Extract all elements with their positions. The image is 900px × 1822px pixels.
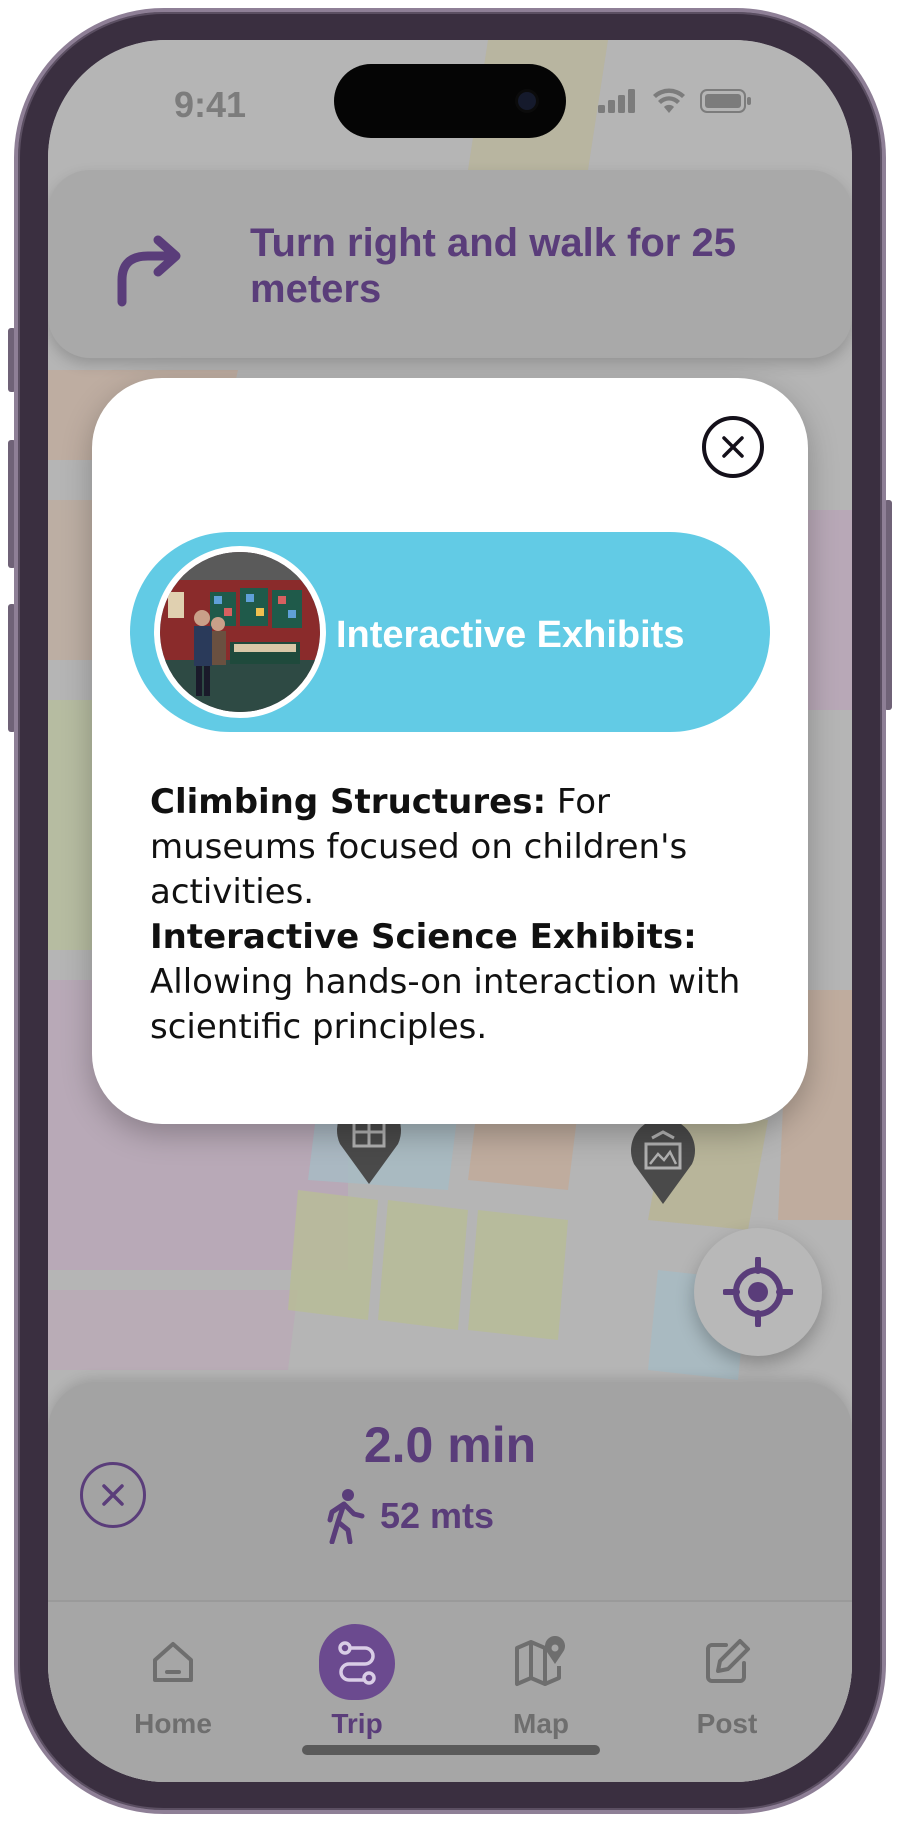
- exhibit-photo: [154, 546, 326, 718]
- close-icon: [722, 436, 744, 458]
- status-icons: [598, 88, 752, 114]
- edit-icon: [706, 1639, 750, 1683]
- exhibit-description: Climbing Structures: For museums focused…: [150, 780, 770, 1050]
- section-heading: Interactive Science Exhibits:: [150, 917, 697, 957]
- tab-post-label: Post: [696, 1708, 758, 1739]
- cellular-signal-icon: [598, 89, 635, 113]
- close-popup-button[interactable]: [702, 416, 764, 478]
- map-pin-icon: [515, 1636, 565, 1686]
- route-icon: [338, 1641, 376, 1685]
- status-time: 9:41: [174, 84, 247, 125]
- navigation-instruction: Turn right and walk for 25 meters: [250, 221, 736, 311]
- tab-trip[interactable]: Trip: [282, 1624, 432, 1739]
- battery-icon: [700, 89, 751, 113]
- trip-distance: 52 mts: [380, 1495, 495, 1536]
- crosshair-icon: [723, 1257, 793, 1327]
- close-icon: [102, 1484, 124, 1506]
- description-section: Climbing Structures: For museums focused…: [150, 780, 770, 915]
- gallery-pin-icon[interactable]: [628, 1120, 698, 1206]
- recenter-location-button[interactable]: [694, 1228, 822, 1356]
- home-icon: [153, 1642, 193, 1682]
- description-section: Interactive Science Exhibits: Allowing h…: [150, 915, 770, 1050]
- front-camera: [518, 92, 536, 110]
- category-title: Interactive Exhibits: [336, 614, 685, 656]
- category-header: Interactive Exhibits: [130, 532, 770, 732]
- dynamic-island: [334, 64, 566, 138]
- home-indicator: [302, 1745, 600, 1755]
- tab-trip-label: Trip: [331, 1708, 383, 1739]
- walking-icon: [327, 1489, 365, 1544]
- trip-duration: 2.0 min: [363, 1417, 537, 1473]
- tab-post[interactable]: Post: [652, 1624, 802, 1739]
- section-heading: Climbing Structures:: [150, 782, 547, 822]
- status-bar: 9:41: [48, 40, 852, 150]
- tab-home-label: Home: [134, 1708, 212, 1739]
- tab-map[interactable]: Map: [466, 1624, 616, 1739]
- tab-map-label: Map: [513, 1708, 569, 1739]
- turn-right-arrow-icon: [117, 235, 181, 307]
- exhibit-info-popup: Interactive Exhibits Climbing Structures…: [92, 378, 808, 1124]
- navigation-banner: Turn right and walk for 25 meters: [48, 170, 852, 358]
- app-screen: 9:41 Turn right and walk for 25 meters 2…: [48, 40, 852, 1782]
- wifi-icon: [653, 88, 685, 113]
- section-text: Allowing hands-on interaction with scien…: [150, 962, 741, 1047]
- trip-distance-row: 52 mts: [324, 1488, 494, 1544]
- tab-home[interactable]: Home: [98, 1624, 248, 1739]
